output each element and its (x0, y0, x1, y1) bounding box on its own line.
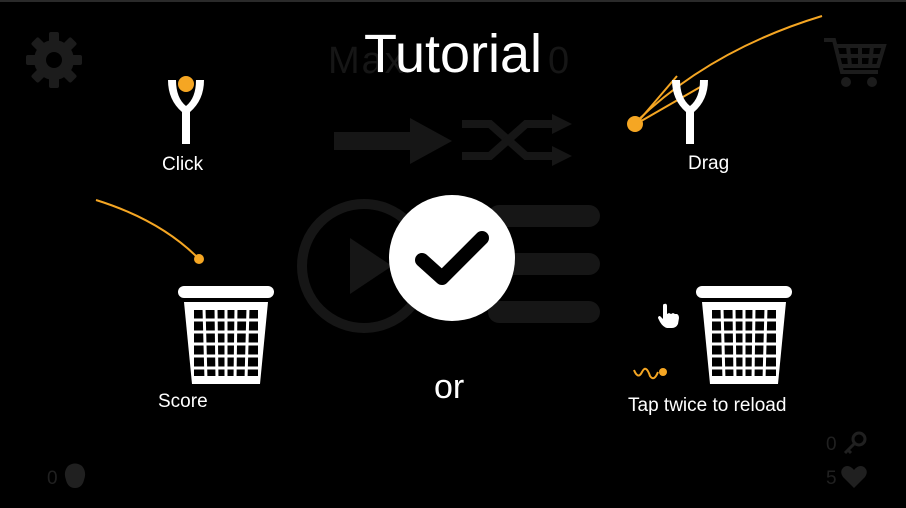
reload-squiggle (633, 367, 667, 380)
score-label: Score (158, 391, 208, 412)
drag-trajectory (635, 15, 823, 125)
top-border (0, 0, 906, 2)
reload-label: Tap twice to reload (628, 395, 787, 416)
coin-icon (64, 463, 86, 488)
confirm-button[interactable] (389, 195, 515, 321)
trash-bin-icon (696, 286, 792, 384)
key-icon (843, 431, 867, 455)
ball-icon (178, 76, 194, 92)
keys-count: 0 (826, 434, 837, 455)
slingshot-icon (672, 80, 708, 144)
hand-pointer-icon (658, 303, 679, 328)
drag-label: Drag (688, 153, 730, 174)
lives-count: 5 (826, 468, 837, 489)
click-label: Click (162, 154, 204, 175)
ball-icon (627, 116, 643, 132)
score-trajectory (95, 199, 204, 264)
coins-count: 0 (47, 468, 58, 489)
trash-bin-icon (178, 286, 274, 384)
heart-icon (841, 466, 867, 488)
or-label: or (434, 368, 465, 406)
checkmark-icon (415, 231, 489, 285)
background-arrows (334, 114, 572, 166)
